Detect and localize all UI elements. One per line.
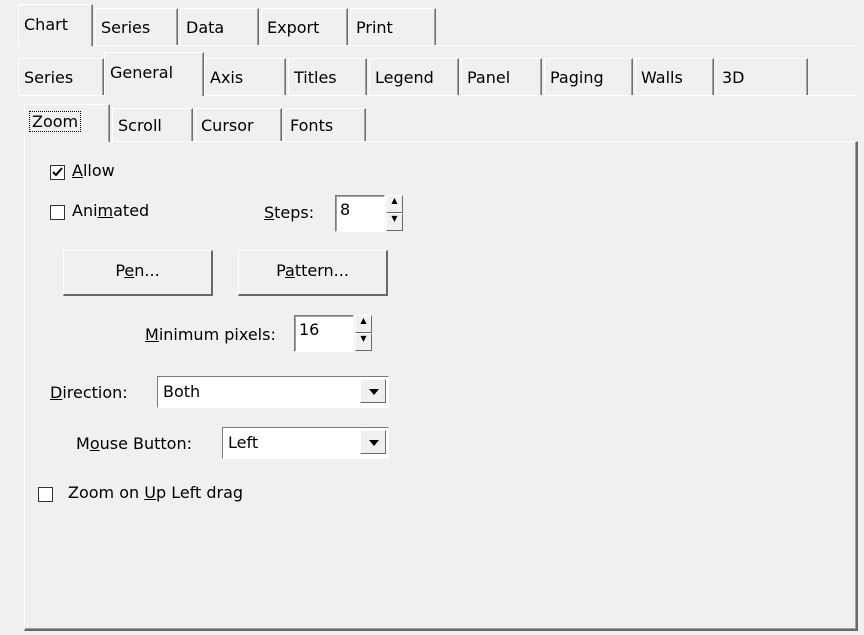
tab-export[interactable]: Export <box>261 8 348 46</box>
steps-up-button[interactable]: ▲ <box>386 195 403 213</box>
tab-zoom[interactable]: Zoom <box>24 104 110 142</box>
general-tab-row: Series General Axis Titles Legend Panel … <box>0 46 864 96</box>
tab-series[interactable]: Series <box>18 58 104 96</box>
direction-select[interactable]: Both <box>157 376 389 408</box>
tab-series-top[interactable]: Series <box>95 8 178 46</box>
tab-axis[interactable]: Axis <box>204 58 286 96</box>
steps-spinner[interactable]: ▲ ▼ <box>386 195 403 232</box>
minimum-pixels-spinner[interactable]: ▲ ▼ <box>355 315 372 352</box>
minimum-pixels-label: Minimum pixels: <box>145 325 276 344</box>
tab-general[interactable]: General <box>104 52 204 96</box>
zoom-up-left-checkbox[interactable] <box>38 487 53 502</box>
mouse-button-select[interactable]: Left <box>222 427 389 459</box>
top-tab-row: Chart Series Data Export Print <box>0 0 864 46</box>
steps-label: Steps: <box>264 203 315 222</box>
minimum-pixels-up-button[interactable]: ▲ <box>355 315 372 333</box>
animated-checkbox[interactable] <box>50 205 65 220</box>
tab-cursor[interactable]: Cursor <box>195 108 282 142</box>
zoom-tab-row: Zoom Scroll Cursor Fonts <box>0 96 864 142</box>
tab-chart[interactable]: Chart <box>18 4 93 46</box>
tab-legend[interactable]: Legend <box>369 58 459 96</box>
steps-input[interactable]: 8 <box>335 195 385 232</box>
minimum-pixels-input[interactable]: 16 <box>294 315 354 352</box>
tab-data[interactable]: Data <box>180 8 259 46</box>
direction-label: Direction: <box>50 383 128 402</box>
tab-scroll[interactable]: Scroll <box>112 108 193 142</box>
zoom-up-left-label[interactable]: Zoom on Up Left drag <box>68 483 243 502</box>
tab-walls[interactable]: Walls <box>635 58 714 96</box>
tab-3d[interactable]: 3D <box>716 58 808 96</box>
mouse-button-label: Mouse Button: <box>76 434 192 453</box>
tab-panel[interactable]: Panel <box>461 58 542 96</box>
minimum-pixels-down-button[interactable]: ▼ <box>355 333 372 351</box>
steps-down-button[interactable]: ▼ <box>386 213 403 231</box>
chevron-down-icon[interactable] <box>360 430 386 454</box>
tab-print[interactable]: Print <box>350 8 436 46</box>
checkmark-icon <box>52 167 63 177</box>
chevron-down-icon[interactable] <box>360 379 386 403</box>
pen-button[interactable]: Pen... <box>63 250 213 296</box>
tab-fonts[interactable]: Fonts <box>284 108 366 142</box>
tab-paging[interactable]: Paging <box>544 58 633 96</box>
allow-label[interactable]: Allow <box>72 161 115 180</box>
allow-checkbox[interactable] <box>50 165 65 180</box>
pattern-button[interactable]: Pattern... <box>238 250 388 296</box>
tab-titles[interactable]: Titles <box>288 58 367 96</box>
animated-label[interactable]: Animated <box>72 201 149 220</box>
